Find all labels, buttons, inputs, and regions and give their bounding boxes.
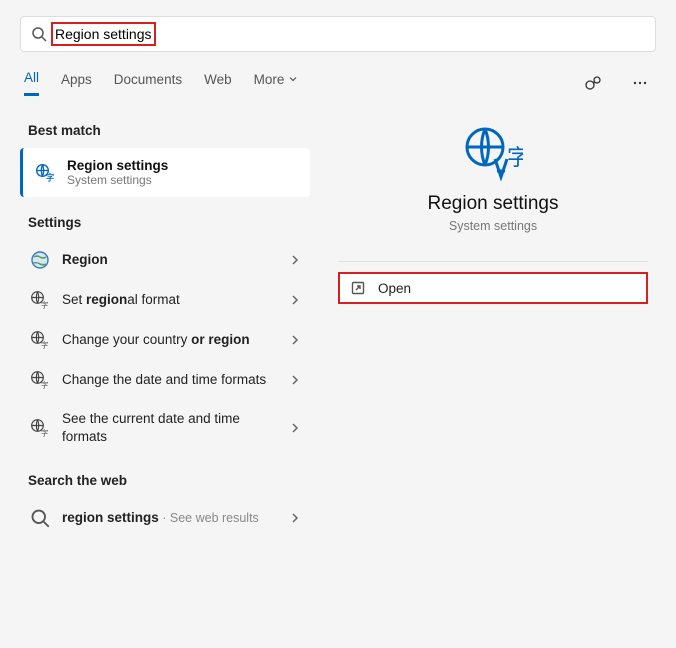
tab-more-label: More (254, 72, 285, 87)
setting-regional-format[interactable]: 字 Set regional format (20, 280, 310, 320)
chevron-right-icon (290, 254, 300, 266)
svg-text:字: 字 (41, 427, 49, 437)
more-options-icon[interactable] (628, 71, 652, 95)
setting-country-region-label: Change your country or region (62, 331, 278, 349)
open-label: Open (378, 281, 411, 296)
action-bar: Open (338, 261, 648, 304)
search-bar[interactable]: Region settings (20, 16, 656, 52)
setting-country-region[interactable]: 字 Change your country or region (20, 320, 310, 360)
chevron-right-icon (290, 512, 300, 524)
search-input-text: Region settings (51, 22, 156, 46)
chevron-right-icon (290, 294, 300, 306)
setting-see-datetime-label: See the current date and time formats (62, 410, 278, 445)
best-match-title: Region settings (67, 158, 300, 173)
svg-text:字: 字 (41, 340, 49, 350)
globe-icon (30, 250, 50, 270)
tab-more[interactable]: More (254, 72, 299, 95)
globe-language-icon: 字 (463, 125, 523, 181)
search-icon (31, 26, 47, 42)
open-external-icon (350, 280, 366, 296)
svg-text:字: 字 (46, 172, 54, 182)
chevron-down-icon (288, 74, 298, 84)
svg-text:字: 字 (507, 145, 523, 170)
setting-datetime-label: Change the date and time formats (62, 371, 278, 389)
chevron-right-icon (290, 334, 300, 346)
content: Best match 字 Region settings System sett… (0, 97, 676, 538)
chevron-right-icon (290, 422, 300, 434)
detail-sub: System settings (449, 219, 537, 233)
open-button[interactable]: Open (338, 272, 648, 304)
setting-regional-format-label: Set regional format (62, 291, 278, 309)
globe-language-icon: 字 (30, 418, 50, 438)
detail-panel: 字 Region settings System settings Open (310, 105, 676, 538)
best-match-sub: System settings (67, 173, 300, 187)
best-match-text: Region settings System settings (67, 158, 300, 187)
section-search-web: Search the web (20, 455, 310, 498)
tab-all[interactable]: All (24, 70, 39, 96)
setting-datetime-formats[interactable]: 字 Change the date and time formats (20, 360, 310, 400)
svg-text:字: 字 (41, 300, 49, 310)
setting-see-datetime[interactable]: 字 See the current date and time formats (20, 400, 310, 455)
globe-language-icon: 字 (35, 163, 55, 183)
web-result-label: region settings · See web results (62, 509, 278, 527)
filter-tabs: All Apps Documents Web More (0, 60, 676, 97)
setting-region[interactable]: Region (20, 240, 310, 280)
tab-documents[interactable]: Documents (114, 72, 182, 95)
recent-searches-icon[interactable] (580, 70, 606, 96)
section-best-match: Best match (20, 105, 310, 148)
best-match-item[interactable]: 字 Region settings System settings (20, 148, 310, 197)
tab-apps[interactable]: Apps (61, 72, 92, 95)
web-result[interactable]: region settings · See web results (20, 498, 310, 538)
chevron-right-icon (290, 374, 300, 386)
search-icon (30, 508, 50, 528)
results-panel: Best match 字 Region settings System sett… (0, 105, 310, 538)
globe-language-icon: 字 (30, 330, 50, 350)
tab-web[interactable]: Web (204, 72, 232, 95)
svg-text:字: 字 (41, 380, 49, 390)
section-settings: Settings (20, 197, 310, 240)
setting-region-label: Region (62, 251, 278, 269)
globe-language-icon: 字 (30, 370, 50, 390)
globe-language-icon: 字 (30, 290, 50, 310)
detail-title: Region settings (428, 193, 559, 215)
